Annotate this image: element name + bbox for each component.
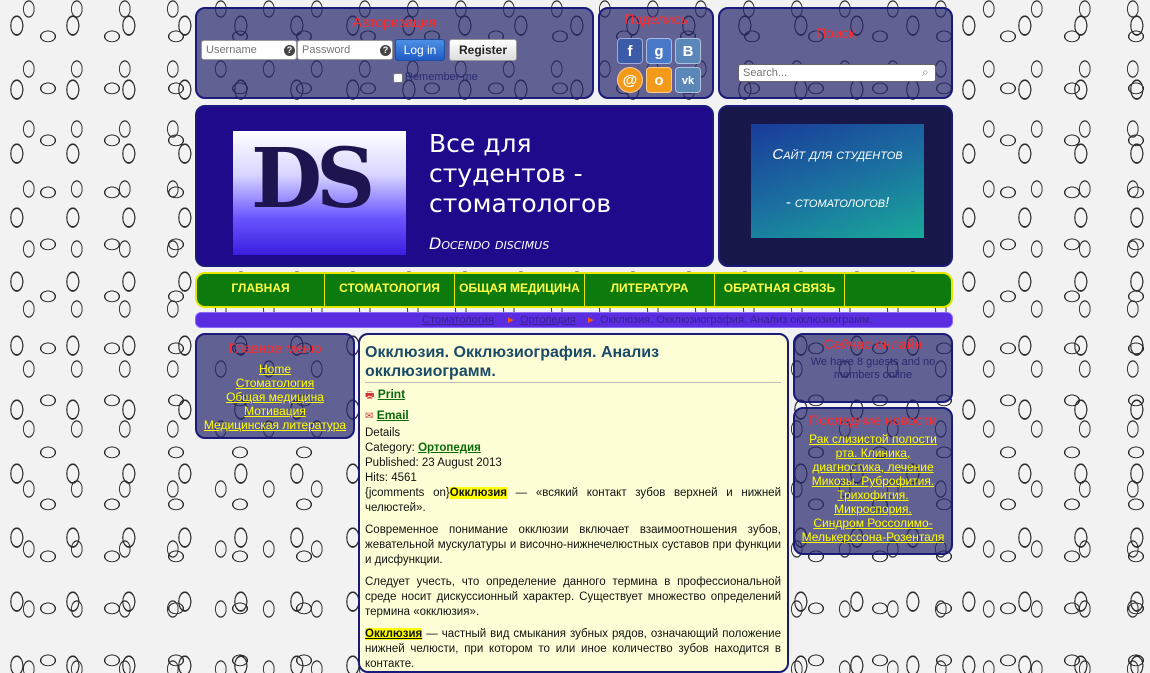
share-panel: Поделись f g В @ о vk <box>598 7 714 99</box>
email-icon[interactable]: ✉ <box>365 411 373 422</box>
email-link[interactable]: Email <box>377 408 409 422</box>
article-paragraph-4: Окклюзия — частный вид смыкания зубных р… <box>365 627 781 671</box>
details-label: Details <box>365 427 401 439</box>
remember-label: Remember me <box>405 71 478 83</box>
published-date: Published: 23 August 2013 <box>365 457 502 469</box>
jcomments-tag: {jcomments on} <box>365 487 450 499</box>
breadcrumb-separator-icon: ▸ <box>508 314 514 326</box>
search-input[interactable] <box>738 64 936 82</box>
main-menu-panel: Главное меню Home Стоматология Общая мед… <box>195 333 355 439</box>
password-field[interactable] <box>297 40 393 60</box>
mail-ru-icon[interactable]: @ <box>617 67 643 93</box>
vkontakte-icon[interactable]: В <box>675 38 701 64</box>
paragraph-text: — частный вид смыкания зубных рядов, озн… <box>365 628 781 670</box>
news-panel: Последние новости Рак слизистой полости … <box>793 407 953 555</box>
banner-line-2: студентов - <box>429 159 583 188</box>
nav-item-general-medicine[interactable]: ОБЩАЯ МЕДИЦИНА <box>455 274 585 306</box>
auth-title: Авторизация <box>352 14 437 30</box>
search-icon[interactable]: ⌕ <box>922 65 929 80</box>
nav-item-dentistry[interactable]: СТОМАТОЛОГИЯ <box>325 274 455 306</box>
article: Окклюзия. Окклюзиография. Анализ окклюзи… <box>358 333 789 673</box>
username-field[interactable] <box>201 40 297 60</box>
hits-count: Hits: 4561 <box>365 472 417 484</box>
news-item[interactable]: Микозы. Руброфития. Трихофития. Микроспо… <box>799 474 947 516</box>
nav-item-feedback[interactable]: ОБРАТНАЯ СВЯЗЬ <box>715 274 845 306</box>
promo-line-1: Сайт для студентов <box>772 146 903 163</box>
banner-line-1: Все для <box>429 129 532 158</box>
main-nav: ГЛАВНАЯ СТОМАТОЛОГИЯ ОБЩАЯ МЕДИЦИНА ЛИТЕ… <box>195 272 953 308</box>
search-panel: Поиск ⌕ <box>718 7 953 99</box>
menu-item-home[interactable]: Home <box>197 362 353 376</box>
site-banner: DS Все для студентов - стоматологов Doce… <box>195 105 714 267</box>
username-help-icon[interactable]: ? <box>284 45 295 56</box>
keyword-highlight: Окклюзия <box>365 628 423 640</box>
print-link[interactable]: Print <box>378 387 405 401</box>
nav-item-literature[interactable]: ЛИТЕРАТУРА <box>585 274 715 306</box>
category-label: Category: <box>365 442 415 454</box>
promo-panel: Сайт для студентов - стоматологов! <box>718 105 953 267</box>
banner-line-3: стоматологов <box>429 189 612 218</box>
article-paragraph-1: {jcomments on}Окклюзия — «всякий контакт… <box>365 486 781 516</box>
facebook-icon[interactable]: f <box>617 38 643 64</box>
online-title: Сейчас онлайн <box>823 336 923 352</box>
keyword-highlight: Окклюзия <box>449 487 507 499</box>
article-title[interactable]: Окклюзия. Окклюзиография. Анализ окклюзи… <box>365 343 781 383</box>
google-icon[interactable]: g <box>646 38 672 64</box>
auth-panel: Авторизация ? ? Log in Register Remember… <box>195 7 594 99</box>
news-item[interactable]: Рак слизистой полости рта. Клиника, диаг… <box>799 432 947 474</box>
online-text: We have 8 guests and no members online <box>810 356 936 381</box>
menu-item-dentistry[interactable]: Стоматология <box>197 376 353 390</box>
logo-letters: DS <box>251 131 375 227</box>
share-title: Поделись <box>624 11 688 27</box>
category-link[interactable]: Ортопедия <box>418 442 481 454</box>
banner-motto: Docendo discimus <box>429 234 550 253</box>
remember-checkbox[interactable] <box>393 73 403 83</box>
category-row: Category: Ортопедия <box>365 441 781 456</box>
site-logo[interactable]: DS <box>233 131 406 255</box>
online-panel: Сейчас онлайн We have 8 guests and no me… <box>793 333 953 403</box>
search-title: Поиск <box>816 25 855 41</box>
news-title: Последние новости <box>809 412 937 428</box>
promo-image[interactable]: Сайт для студентов - стоматологов! <box>751 124 924 238</box>
menu-item-motivation[interactable]: Мотивация <box>197 404 353 418</box>
promo-line-2: - стоматологов! <box>785 194 890 211</box>
article-paragraph-3: Следует учесть, что определение данного … <box>365 576 781 618</box>
article-paragraph-2: Современное понимание окклюзии включает … <box>365 524 781 566</box>
breadcrumb-item[interactable]: Ортопедия <box>520 313 576 327</box>
menu-item-general-medicine[interactable]: Общая медицина <box>197 390 353 404</box>
breadcrumb-separator-icon: ▸ <box>588 314 594 326</box>
login-button[interactable]: Log in <box>395 39 445 61</box>
main-menu-title: Главное меню <box>228 340 322 356</box>
vk-icon[interactable]: vk <box>675 67 701 93</box>
news-item[interactable]: Синдром Россолимо-Мелькерссона-Розенталя <box>799 516 947 544</box>
password-help-icon[interactable]: ? <box>380 45 391 56</box>
menu-item-medical-literature[interactable]: Медицинская литература <box>197 418 353 432</box>
nav-item-home[interactable]: ГЛАВНАЯ <box>197 274 325 306</box>
breadcrumb-current: Окклюзия. Окклюзиография. Анализ окклюзи… <box>600 314 873 326</box>
odnoklassniki-icon[interactable]: о <box>646 67 672 93</box>
breadcrumb-item[interactable]: Стоматология <box>422 313 494 327</box>
register-button[interactable]: Register <box>449 39 517 61</box>
print-icon[interactable]: 🖶 <box>365 390 374 401</box>
breadcrumb: Стоматология ▸ Ортопедия ▸ Окклюзия. Окк… <box>195 312 953 328</box>
